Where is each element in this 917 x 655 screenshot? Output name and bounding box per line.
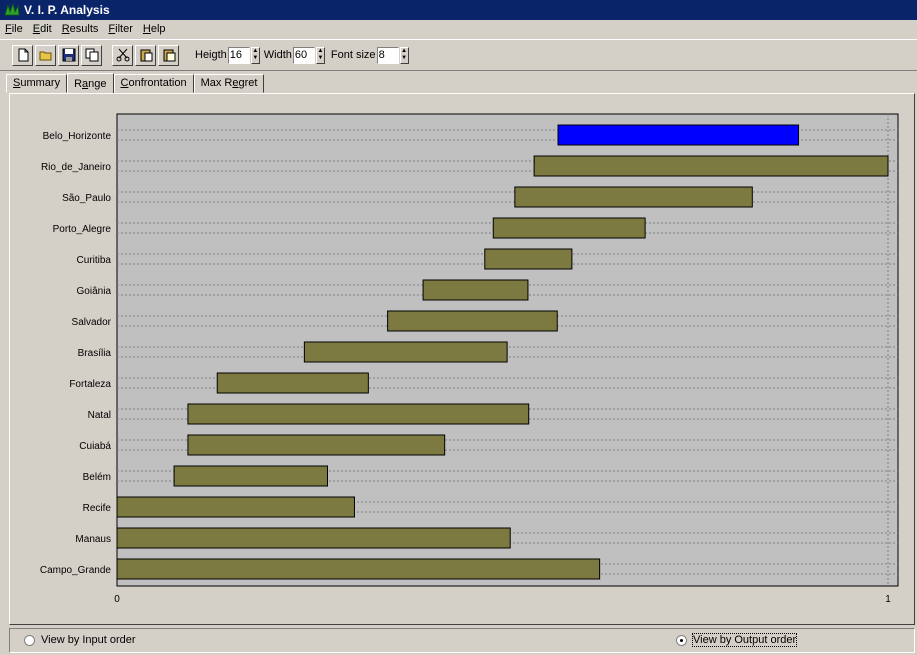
spin-down-icon[interactable]: ▼ bbox=[401, 55, 408, 62]
range-bar-salvador bbox=[387, 310, 558, 332]
open-icon bbox=[39, 51, 51, 61]
range-panel: Belo_Horizonte Rio_de_Janeiro São_Paulo Por… bbox=[9, 93, 915, 625]
paste-special-button[interactable] bbox=[158, 44, 179, 66]
range-bar-belo_horizonte bbox=[557, 124, 800, 146]
menu-bar: File Edit Results Filter Help bbox=[0, 20, 917, 38]
radio-input-circle[interactable] bbox=[24, 634, 35, 646]
menu-help[interactable]: Help bbox=[138, 23, 171, 35]
paste-button[interactable] bbox=[135, 44, 156, 66]
save-icon bbox=[62, 48, 75, 62]
spin-down-icon[interactable]: ▼ bbox=[317, 55, 324, 62]
category-label: Cuiabá bbox=[79, 441, 111, 452]
category-label: Curitiba bbox=[77, 255, 112, 266]
height-input[interactable]: 16 bbox=[227, 46, 250, 64]
cut-button[interactable] bbox=[112, 44, 133, 66]
tab-confrontation[interactable]: Confrontation bbox=[113, 74, 194, 93]
range-bar-natal bbox=[187, 403, 530, 425]
toolbar: Heigth 16 ▲ ▼ Width 60 ▲ ▼ Font size 8 ▲ ▼ bbox=[0, 39, 917, 71]
view-output-order-radio[interactable]: View by Output order bbox=[676, 633, 798, 647]
range-bar-cuiabá bbox=[187, 434, 446, 456]
tab-summary[interactable]: Summary bbox=[6, 74, 68, 93]
category-label: Belo_Horizonte bbox=[43, 131, 112, 142]
tab-range[interactable]: Range bbox=[67, 73, 114, 93]
category-label: São_Paulo bbox=[62, 193, 111, 204]
category-label: Salvador bbox=[72, 317, 112, 328]
spin-up-icon[interactable]: ▲ bbox=[317, 48, 324, 55]
view-input-order-label: View by Input order bbox=[41, 634, 136, 646]
view-input-order-radio[interactable]: View by Input order bbox=[24, 634, 136, 646]
menu-results[interactable]: Results bbox=[57, 23, 104, 35]
copy-icon bbox=[85, 48, 98, 62]
view-output-order-label: View by Output order bbox=[691, 633, 798, 647]
cut-icon bbox=[116, 48, 129, 62]
menu-file[interactable]: File bbox=[0, 23, 28, 35]
x-tick-label: 0 bbox=[114, 594, 120, 605]
range-bar-curitiba bbox=[484, 248, 573, 270]
menu-edit[interactable]: Edit bbox=[28, 23, 57, 35]
spin-up-icon[interactable]: ▲ bbox=[401, 48, 408, 55]
width-label: Width bbox=[263, 49, 292, 61]
font-size-input[interactable]: 8 bbox=[376, 46, 399, 64]
tab-strip: Summary Range Confrontation Max Regret bbox=[6, 73, 265, 93]
paste-special-icon bbox=[163, 49, 175, 62]
width-input[interactable]: 60 bbox=[292, 46, 315, 64]
category-label: Campo_Grande bbox=[40, 565, 112, 576]
range-bar-recife bbox=[116, 496, 355, 518]
range-bar-brasília bbox=[303, 341, 508, 363]
save-button[interactable] bbox=[58, 44, 79, 66]
category-label: Recife bbox=[83, 503, 112, 514]
app-logo-icon bbox=[4, 2, 20, 17]
range-bar-são_paulo bbox=[514, 186, 753, 208]
range-bar-fortaleza bbox=[216, 372, 369, 394]
range-bar-belém bbox=[173, 465, 328, 487]
title-bar: V. I. P. Analysis bbox=[0, 0, 917, 20]
menu-filter[interactable]: Filter bbox=[103, 23, 137, 35]
copy-report-button[interactable] bbox=[81, 44, 102, 66]
range-bar-goiânia bbox=[422, 279, 529, 301]
window-title: V. I. P. Analysis bbox=[24, 3, 110, 17]
category-label: Belém bbox=[83, 472, 111, 483]
tab-max-regret[interactable]: Max Regret bbox=[193, 74, 265, 93]
paste-icon bbox=[140, 49, 152, 62]
font-size-spinner[interactable]: ▲ ▼ bbox=[399, 46, 409, 64]
range-bar-manaus bbox=[116, 527, 511, 549]
width-spinner[interactable]: ▲ ▼ bbox=[315, 46, 325, 64]
new-icon bbox=[18, 48, 28, 62]
new-button[interactable] bbox=[12, 44, 33, 66]
font-size-label: Font size bbox=[330, 49, 376, 61]
range-bar-campo_grande bbox=[116, 558, 601, 580]
range-bar-porto_alegre bbox=[492, 217, 646, 239]
height-spinner[interactable]: ▲ ▼ bbox=[250, 46, 260, 64]
height-label: Heigth bbox=[195, 49, 227, 61]
category-label: Natal bbox=[88, 410, 111, 421]
category-label: Rio_de_Janeiro bbox=[41, 162, 111, 173]
spin-down-icon[interactable]: ▼ bbox=[252, 55, 259, 62]
category-label: Manaus bbox=[75, 534, 111, 545]
category-label: Brasília bbox=[78, 348, 112, 359]
open-button[interactable] bbox=[35, 44, 56, 66]
x-tick-label: 1 bbox=[885, 594, 891, 605]
category-label: Porto_Alegre bbox=[53, 224, 112, 235]
category-label: Fortaleza bbox=[69, 379, 111, 390]
radio-output-circle[interactable] bbox=[676, 634, 687, 646]
spin-up-icon[interactable]: ▲ bbox=[252, 48, 259, 55]
range-bar-rio_de_janeiro bbox=[533, 155, 889, 177]
category-label: Goiânia bbox=[77, 286, 112, 297]
range-chart: Belo_Horizonte Rio_de_Janeiro São_Paulo Por… bbox=[40, 113, 899, 605]
view-order-bar: View by Input order View by Output order bbox=[9, 628, 915, 653]
